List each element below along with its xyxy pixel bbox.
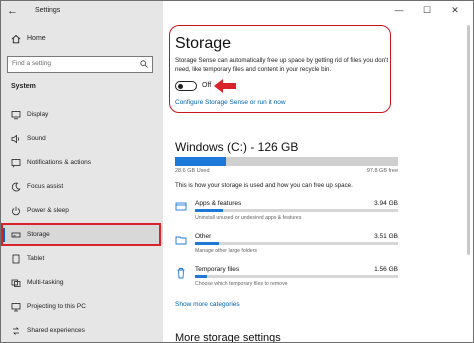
- sidebar-item-label: Shared experiences: [27, 327, 85, 334]
- red-arrow-icon: [214, 79, 236, 93]
- shared-icon: [13, 327, 19, 335]
- storage-sense-toggle[interactable]: [175, 81, 197, 91]
- category-subtitle: Uninstall unused or undesired apps & fea…: [195, 215, 302, 221]
- category-size: 3.94 GB: [374, 200, 398, 207]
- moon-icon: [11, 182, 21, 192]
- category-temporary-files[interactable]: Temporary files 1.56 GB Choose which tem…: [175, 264, 398, 292]
- projector-icon: [11, 303, 21, 312]
- category-name: Other: [195, 233, 212, 240]
- category-name: Temporary files: [195, 266, 240, 273]
- drive-usage-fill: [175, 157, 226, 166]
- category-bar-fill: [195, 275, 208, 278]
- sidebar-item-tablet[interactable]: Tablet: [1, 249, 163, 269]
- sidebar-item-focus-assist[interactable]: Focus assist: [1, 177, 163, 197]
- sidebar-item-notifications[interactable]: Notifications & actions: [1, 153, 163, 173]
- category-size: 3.51 GB: [374, 233, 398, 240]
- multitasking-icon: [11, 279, 21, 287]
- storage-sense-highlight: Storage Storage Sense can automatically …: [169, 25, 391, 113]
- page-title: Storage: [175, 35, 232, 52]
- sidebar-item-label: Multi-tasking: [27, 279, 64, 286]
- maximize-button[interactable]: ☐: [417, 3, 437, 17]
- display-icon: [11, 111, 21, 120]
- sidebar-item-sound[interactable]: Sound: [1, 129, 163, 149]
- notification-icon: [11, 159, 21, 168]
- used-space-label: 28.6 GB Used: [175, 168, 210, 174]
- trash-icon: [177, 268, 185, 279]
- minimize-button[interactable]: —: [389, 3, 409, 17]
- sidebar-item-multitasking[interactable]: Multi-tasking: [1, 273, 163, 293]
- power-icon: [12, 206, 20, 216]
- category-bar: [195, 242, 398, 245]
- app-title: Settings: [35, 7, 61, 14]
- sidebar-item-label: Display: [27, 111, 49, 118]
- apps-icon: [175, 202, 187, 211]
- configure-storage-sense-link[interactable]: Configure Storage Sense or run it now: [175, 99, 286, 106]
- sidebar-item-label: Projecting to this PC: [27, 303, 86, 310]
- free-space-label: 97.8 GB free: [366, 168, 398, 174]
- sidebar-item-label: Sound: [27, 135, 46, 142]
- category-subtitle: Manage other large folders: [195, 248, 257, 254]
- sidebar-item-power-sleep[interactable]: Power & sleep: [1, 201, 163, 221]
- window-controls: — ☐ ✕: [389, 3, 469, 17]
- drive-title: Windows (C:) - 126 GB: [175, 140, 299, 154]
- highlight-box-storage: [1, 223, 161, 246]
- storage-info-text: This is how your storage is used and how…: [175, 182, 353, 189]
- category-name: Apps & features: [195, 200, 242, 207]
- category-bar: [195, 209, 398, 212]
- sidebar-item-shared-experiences[interactable]: Shared experiences: [1, 321, 163, 341]
- storage-sense-description: Storage Sense can automatically free up …: [175, 57, 389, 73]
- show-more-categories-link[interactable]: Show more categories: [175, 301, 240, 308]
- section-label-system: System: [11, 83, 36, 90]
- sidebar-item-projecting[interactable]: Projecting to this PC: [1, 297, 163, 317]
- home-label: Home: [27, 35, 46, 42]
- sidebar-item-label: Focus assist: [27, 183, 64, 190]
- search-field[interactable]: Find a setting: [7, 56, 153, 73]
- settings-window: ← Settings Home Find a setting System Di…: [0, 0, 474, 343]
- folder-icon: [175, 236, 187, 245]
- category-bar: [195, 275, 398, 278]
- sidebar-item-label: Power & sleep: [27, 207, 69, 214]
- more-storage-settings-heading: More storage settings: [175, 332, 281, 343]
- scrollbar[interactable]: [467, 25, 470, 255]
- sidebar-item-home[interactable]: Home: [1, 31, 163, 49]
- title-bar: ← Settings: [1, 1, 163, 23]
- main-content: — ☐ ✕ Storage Storage Sense can automati…: [163, 1, 473, 342]
- back-arrow-icon[interactable]: ←: [7, 5, 18, 17]
- sidebar-item-label: Notifications & actions: [27, 159, 91, 166]
- sidebar: ← Settings Home Find a setting System Di…: [1, 1, 163, 342]
- drive-usage-bar: [175, 157, 398, 166]
- category-bar-fill: [195, 209, 224, 212]
- category-bar-fill: [195, 242, 220, 245]
- category-subtitle: Choose which temporary files to remove: [195, 281, 288, 287]
- category-size: 1.56 GB: [374, 266, 398, 273]
- tablet-icon: [12, 254, 20, 264]
- search-icon[interactable]: [140, 60, 148, 68]
- search-input[interactable]: Find a setting: [12, 60, 51, 67]
- speaker-icon: [11, 134, 20, 144]
- toggle-state-label: Off: [202, 82, 212, 89]
- category-apps-features[interactable]: Apps & features 3.94 GB Uninstall unused…: [175, 198, 398, 226]
- sidebar-item-label: Tablet: [27, 255, 45, 262]
- category-other[interactable]: Other 3.51 GB Manage other large folders: [175, 231, 398, 259]
- toggle-knob: [178, 83, 183, 89]
- close-button[interactable]: ✕: [445, 3, 465, 17]
- home-icon: [11, 34, 21, 44]
- sidebar-item-display[interactable]: Display: [1, 105, 163, 125]
